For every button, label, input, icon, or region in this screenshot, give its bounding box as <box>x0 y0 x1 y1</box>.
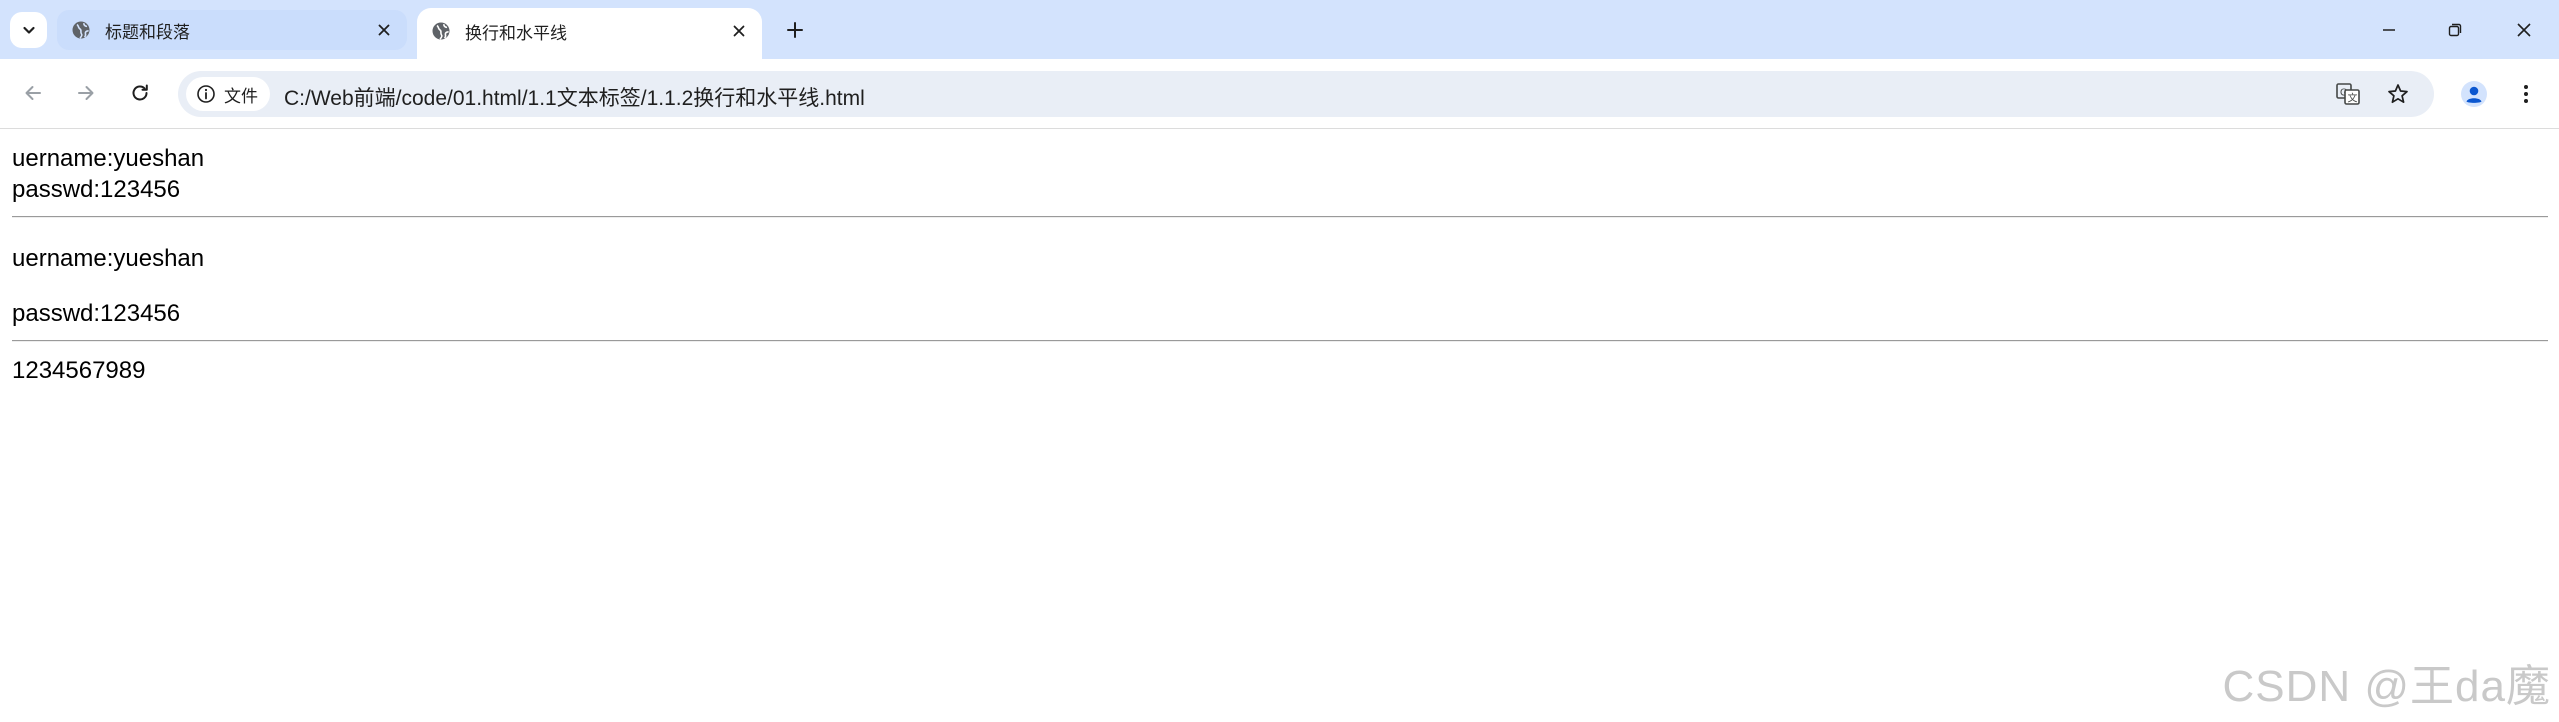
restore-button[interactable] <box>2420 0 2490 59</box>
tab-close-button[interactable] <box>373 19 395 41</box>
restore-icon <box>2448 23 2462 36</box>
horizontal-rule <box>12 216 2548 218</box>
svg-text:文: 文 <box>2348 92 2358 105</box>
translate-button[interactable]: G 文 <box>2334 80 2362 108</box>
tab-title: 换行和水平线 <box>465 23 567 43</box>
menu-button[interactable] <box>2508 76 2544 112</box>
profile-button[interactable] <box>2456 76 2492 112</box>
arrow-right-icon <box>78 86 94 100</box>
bookmark-button[interactable] <box>2384 80 2412 108</box>
site-info-label: 文件 <box>224 86 258 106</box>
close-window-button[interactable] <box>2489 0 2559 59</box>
info-icon <box>197 85 215 103</box>
reload-icon <box>132 84 148 101</box>
forward-button[interactable] <box>68 75 104 111</box>
password-line: passwd:123456 <box>12 176 181 203</box>
address-bar[interactable]: 文件 C:/Web前端/code/01.html/1.1文本标签/1.1.2换行… <box>178 71 2434 117</box>
chevron-down-icon <box>22 26 35 34</box>
tab-line-break-hr[interactable]: 换行和水平线 <box>417 8 762 60</box>
kebab-menu-icon <box>2524 85 2528 103</box>
tab-title: 标题和段落 <box>105 22 190 42</box>
page-content: uername:yueshan passwd:123456 uername:yu… <box>0 130 2559 722</box>
reload-button[interactable] <box>122 75 158 111</box>
close-icon <box>378 24 390 36</box>
url-text[interactable]: C:/Web前端/code/01.html/1.1文本标签/1.1.2换行和水平… <box>284 82 865 112</box>
tab-strip: 标题和段落 换行和水平线 <box>0 0 2559 60</box>
tab-headings-paragraphs[interactable]: 标题和段落 <box>57 10 407 50</box>
minimize-icon <box>2383 28 2395 31</box>
site-info-chip[interactable]: 文件 <box>186 77 270 111</box>
plus-icon <box>787 22 803 38</box>
username-paragraph: uername:yueshan <box>12 245 205 272</box>
tab-close-button[interactable] <box>728 20 750 42</box>
browser-toolbar: 文件 C:/Web前端/code/01.html/1.1文本标签/1.1.2换行… <box>0 59 2559 129</box>
watermark: CSDN @王da魔 <box>2222 662 2551 711</box>
new-tab-button[interactable] <box>780 15 810 45</box>
close-icon <box>2517 22 2531 37</box>
translate-icon: G 文 <box>2336 83 2360 105</box>
username-line: uername:yueshan <box>12 145 205 172</box>
globe-icon <box>432 22 450 40</box>
horizontal-rule <box>12 340 2548 342</box>
tab-search-button[interactable] <box>10 12 47 48</box>
number-text: 1234567989 <box>12 357 146 384</box>
star-icon <box>2388 84 2408 104</box>
profile-icon <box>2461 81 2487 107</box>
close-icon <box>733 25 745 37</box>
globe-icon <box>72 21 90 39</box>
password-paragraph: passwd:123456 <box>12 300 181 327</box>
minimize-button[interactable] <box>2354 0 2424 59</box>
arrow-left-icon <box>25 86 41 100</box>
back-button[interactable] <box>15 75 51 111</box>
